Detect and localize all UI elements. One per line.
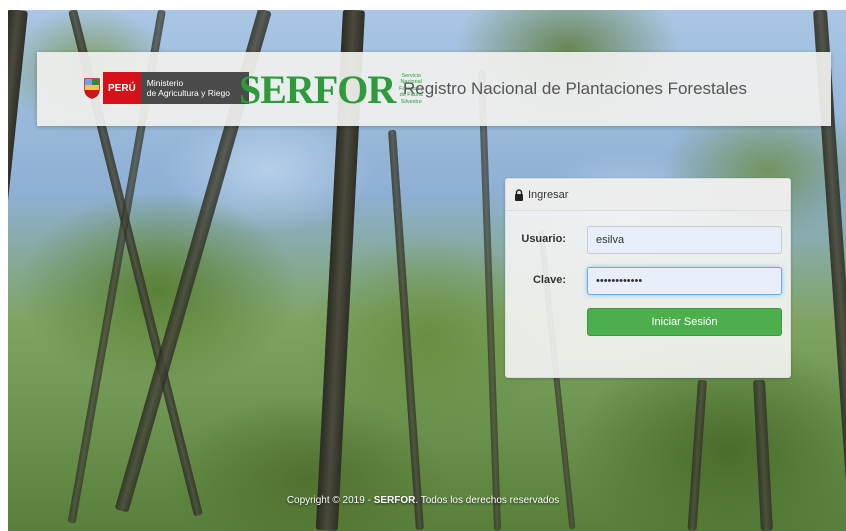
- username-row: Usuario:: [506, 226, 790, 254]
- login-heading: Ingresar: [528, 188, 569, 201]
- peru-label: PERÚ: [103, 72, 141, 104]
- footer-copyright: Copyright © 2019 - SERFOR. Todos los der…: [0, 495, 846, 506]
- password-label: Clave:: [532, 274, 566, 286]
- government-logo: PERÚ Ministerio de Agricultura y Riego: [81, 72, 249, 104]
- copyright-suffix: . Todos los derechos reservados: [415, 495, 560, 506]
- username-label: Usuario:: [521, 233, 566, 245]
- serfor-logo: SERFOR Servicio Nacional Forestal y de F…: [239, 66, 424, 112]
- login-button[interactable]: Iniciar Sesión: [587, 308, 782, 336]
- username-input[interactable]: [587, 226, 782, 254]
- peru-crest-icon: [81, 72, 103, 104]
- ministry-label: Ministerio de Agricultura y Riego: [140, 72, 249, 104]
- copyright-prefix: Copyright © 2019 -: [286, 495, 374, 506]
- lock-icon: [515, 188, 523, 201]
- login-panel-header: Ingresar: [506, 179, 790, 211]
- page-title: Registro Nacional de Plantaciones Forest…: [403, 79, 747, 98]
- ministry-line-2: de Agricultura y Riego: [146, 88, 230, 98]
- copyright-org: SERFOR: [373, 495, 416, 506]
- ministry-line-1: Ministerio: [146, 78, 184, 88]
- header-banner: PERÚ Ministerio de Agricultura y Riego S…: [37, 52, 831, 126]
- login-panel: Ingresar Usuario: Clave: Iniciar Sesión: [505, 178, 791, 378]
- serfor-wordmark: SERFOR: [239, 66, 396, 112]
- password-row: Clave:: [506, 267, 790, 295]
- password-input[interactable]: [587, 267, 782, 295]
